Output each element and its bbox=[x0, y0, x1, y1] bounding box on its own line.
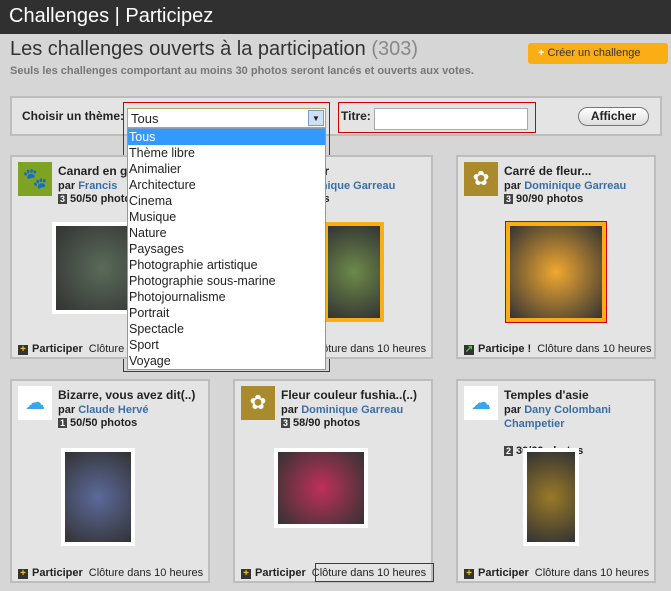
photo-count: 3 50/50 photos bbox=[58, 193, 138, 205]
participate-link[interactable]: Participer bbox=[478, 567, 529, 579]
theme-option[interactable]: Thème libre bbox=[128, 145, 325, 161]
plus-icon: + bbox=[464, 569, 474, 579]
theme-option[interactable]: Tous bbox=[128, 129, 325, 145]
theme-option[interactable]: Spectacle bbox=[128, 321, 325, 337]
theme-select[interactable]: Tous ▼ bbox=[127, 108, 326, 128]
author-link[interactable]: Dominique Garreau bbox=[301, 404, 403, 416]
participate-link[interactable]: Participer bbox=[32, 343, 83, 355]
author-link[interactable]: Francis bbox=[78, 180, 117, 192]
theme-option[interactable]: Photojournalisme bbox=[128, 289, 325, 305]
card-footer: + Participer Clôture dans 10 heures bbox=[464, 567, 649, 579]
author-link[interactable]: Dominique Garreau bbox=[524, 180, 626, 192]
theme-label: Choisir un thème: bbox=[22, 109, 125, 123]
challenge-thumbnail[interactable] bbox=[274, 448, 368, 528]
page-title: Les challenges ouverts à la participatio… bbox=[10, 38, 419, 60]
plus-icon: + bbox=[241, 569, 251, 579]
theme-option[interactable]: Voyage bbox=[128, 353, 325, 369]
participate-link[interactable]: Participer bbox=[32, 567, 83, 579]
arrow-icon: ↗ bbox=[464, 344, 474, 355]
challenge-thumbnail[interactable] bbox=[61, 448, 135, 546]
plus-icon: + bbox=[18, 569, 28, 579]
closing-time: Clôture dans 10 heures bbox=[534, 567, 650, 579]
challenge-thumbnail[interactable] bbox=[523, 448, 579, 546]
challenge-author: par Dany Colombani Champetier bbox=[504, 404, 611, 430]
card-footer: + Participer Clôture dans 10 heures bbox=[18, 567, 203, 579]
theme-dropdown-list: Tous Thème libre Animalier Architecture Cine… bbox=[127, 128, 326, 370]
level-badge: 3 bbox=[281, 418, 290, 428]
photo-count: 1 50/50 photos bbox=[58, 417, 138, 429]
challenge-author: par Dominique Garreau bbox=[281, 404, 404, 416]
theme-option[interactable]: Animalier bbox=[128, 161, 325, 177]
challenge-count: (303) bbox=[371, 38, 419, 60]
flower-icon: ✿ bbox=[241, 386, 275, 420]
challenge-thumbnail[interactable] bbox=[505, 221, 607, 323]
closing-time: Clôture dans 10 heures bbox=[88, 567, 204, 579]
highlight-box bbox=[315, 563, 434, 582]
cloud-icon: ☁ bbox=[464, 386, 498, 420]
level-badge: 3 bbox=[58, 194, 67, 204]
photo-count: 3 58/90 photos bbox=[281, 417, 361, 429]
closing-time: Clôture dans 10 heures bbox=[311, 343, 427, 355]
challenge-title[interactable]: Carré de fleur... bbox=[504, 164, 654, 178]
theme-option[interactable]: Photographie artistique bbox=[128, 257, 325, 273]
title-input[interactable] bbox=[374, 108, 528, 130]
afficher-button[interactable]: Afficher bbox=[578, 107, 649, 126]
cloud-icon: ☁ bbox=[18, 386, 52, 420]
theme-option[interactable]: Paysages bbox=[128, 241, 325, 257]
theme-option[interactable]: Cinema bbox=[128, 193, 325, 209]
closing-time: Clôture dans 10 heures bbox=[537, 343, 652, 355]
plus-icon: + bbox=[18, 345, 28, 355]
page-subtitle: Seuls les challenges comportant au moins… bbox=[10, 65, 474, 77]
create-challenge-button[interactable]: + Créer un challenge bbox=[528, 43, 668, 64]
photo-count: 3 90/90 photos bbox=[504, 193, 584, 205]
flower-icon: ✿ bbox=[464, 162, 498, 196]
theme-option[interactable]: Architecture bbox=[128, 177, 325, 193]
plus-icon: + bbox=[538, 47, 545, 59]
theme-option[interactable]: Photographie sous-marine bbox=[128, 273, 325, 289]
challenge-title[interactable]: Fleur couleur fushia..(..) bbox=[281, 388, 431, 402]
challenge-title[interactable]: Bizarre, vous avez dit(..) bbox=[58, 388, 208, 402]
participate-link[interactable]: Participer bbox=[255, 567, 306, 579]
challenge-title[interactable]: Temples d'asie bbox=[504, 388, 654, 402]
author-link[interactable]: Claude Hervé bbox=[78, 404, 148, 416]
title-label: Titre: bbox=[341, 109, 371, 123]
theme-option[interactable]: Musique bbox=[128, 209, 325, 225]
theme-option[interactable]: Nature bbox=[128, 225, 325, 241]
chevron-down-icon[interactable]: ▼ bbox=[308, 110, 324, 126]
level-badge: 2 bbox=[504, 446, 513, 456]
page-header: Challenges | Participez bbox=[0, 0, 671, 34]
level-badge: 1 bbox=[58, 418, 67, 428]
author-link[interactable]: Dany Colombani Champetier bbox=[504, 404, 611, 430]
card-footer: ↗ Participe ! Clôture dans 10 heures bbox=[464, 343, 652, 355]
paw-icon: 🐾 bbox=[18, 162, 52, 196]
participate-link[interactable]: Participe ! bbox=[478, 343, 531, 355]
level-badge: 3 bbox=[504, 194, 513, 204]
theme-option[interactable]: Sport bbox=[128, 337, 325, 353]
challenge-author: par Dominique Garreau bbox=[504, 180, 627, 192]
challenge-author: par Claude Hervé bbox=[58, 404, 149, 416]
theme-option[interactable]: Portrait bbox=[128, 305, 325, 321]
challenge-thumbnail[interactable] bbox=[324, 222, 384, 322]
